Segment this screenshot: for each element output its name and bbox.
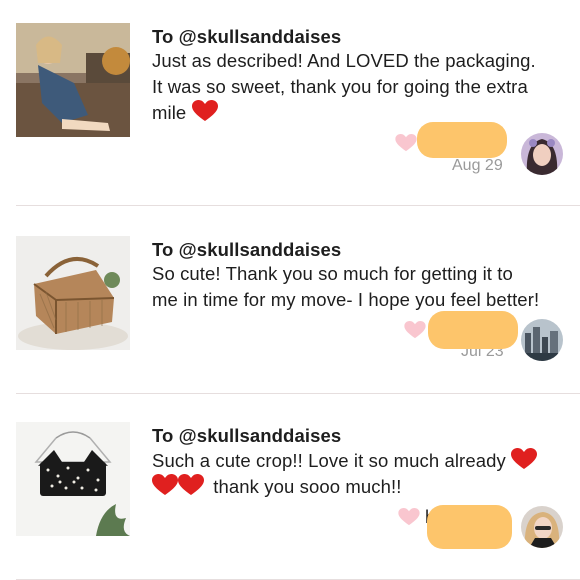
redacted-username [427, 505, 512, 549]
review-text-line: thank you sooo much!! [152, 474, 567, 500]
red-heart-emoji-icon [511, 448, 538, 469]
like-heart-icon[interactable] [398, 508, 420, 526]
review-text-line: Such a cute crop!! Love it so much alrea… [152, 448, 567, 474]
red-heart-emoji-icon [178, 474, 204, 495]
recipient-label[interactable]: To @skullsanddaises [152, 425, 341, 447]
reviewer-avatar[interactable] [521, 506, 563, 548]
review-text: Such a cute crop!! Love it so much alrea… [152, 448, 567, 500]
red-heart-emoji-icon [152, 474, 178, 495]
listing-thumbnail[interactable] [16, 422, 130, 536]
review-item: To @skullsanddaises Such a cute crop!! L… [0, 0, 580, 580]
